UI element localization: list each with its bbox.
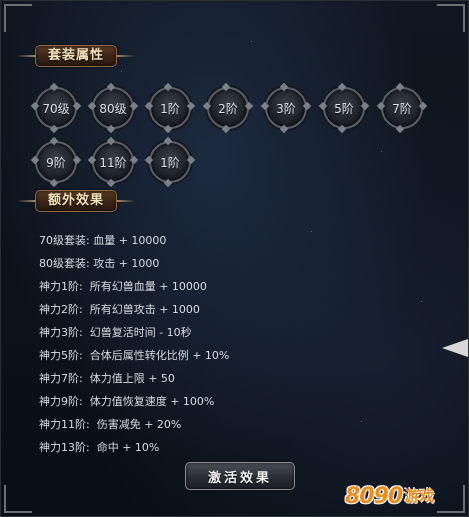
logo-text: 游戏: [404, 487, 435, 505]
effect-row: 神力2阶: 所有幻兽攻击 + 1000: [39, 303, 200, 316]
badge-tier-3[interactable]: 3阶: [260, 82, 312, 134]
badge-label: 3阶: [276, 101, 296, 116]
badge-label: 9阶: [46, 155, 66, 170]
badge-label: 1阶: [160, 155, 180, 170]
set-attributes-title: 套装属性: [35, 45, 118, 67]
effect-row: 神力11阶: 伤害减免 + 20%: [39, 418, 182, 431]
star-decoration: [121, 71, 122, 72]
effect-row: 70级套装: 血量 + 10000: [39, 234, 167, 247]
logo-number: 8090: [345, 484, 403, 509]
extra-effects-list: 70级套装: 血量 + 10000 80级套装: 攻击 + 1000 神力1阶:…: [39, 233, 229, 463]
badge-tier-11[interactable]: 11阶: [87, 136, 139, 188]
badge-tier-13[interactable]: 1阶: [144, 136, 196, 188]
star-decoration: [421, 301, 422, 302]
badge-label: 7阶: [392, 101, 412, 116]
badge-label: 1阶: [160, 101, 180, 116]
badge-label: 2阶: [218, 101, 238, 116]
extra-effects-title: 额外效果: [35, 190, 118, 212]
set-attributes-header: 套装属性: [17, 45, 136, 67]
effect-row: 神力7阶: 体力值上限 + 50: [39, 372, 175, 385]
star-decoration: [311, 231, 312, 232]
effect-row: 神力9阶: 体力值恢复速度 + 100%: [39, 395, 215, 408]
frame-corner-bottom-left: [4, 485, 32, 513]
header-ornament-left: [17, 196, 35, 206]
extra-effects-header: 额外效果: [17, 190, 136, 212]
badge-label: 5阶: [334, 101, 354, 116]
effect-row: 80级套装: 攻击 + 1000: [39, 257, 160, 270]
badge-tier-5[interactable]: 5阶: [318, 82, 370, 134]
set-attributes-panel: 套装属性 70级 80级 1阶 2阶 3阶 5阶 7阶 9阶 11阶 1阶 额外…: [0, 0, 469, 517]
activate-effect-button[interactable]: 激活效果: [185, 462, 295, 490]
effect-row: 神力1阶: 所有幻兽血量 + 10000: [39, 280, 207, 293]
badge-80-level[interactable]: 80级: [87, 82, 139, 134]
badge-label: 70级: [42, 101, 70, 116]
arrow-ornament: [442, 339, 468, 357]
star-decoration: [381, 151, 382, 152]
badge-tier-2[interactable]: 2阶: [202, 82, 254, 134]
header-ornament-right: [117, 51, 136, 61]
star-decoration: [361, 421, 362, 422]
site-logo: 8090 游戏: [345, 469, 465, 509]
star-decoration: [251, 41, 252, 42]
effect-row: 神力13阶: 命中 + 10%: [39, 441, 160, 454]
effect-row: 神力5阶: 合体后属性转化比例 + 10%: [39, 349, 230, 362]
header-ornament-right: [117, 196, 136, 206]
badge-70-level[interactable]: 70级: [30, 82, 82, 134]
header-ornament-left: [17, 51, 35, 61]
badge-tier-1[interactable]: 1阶: [144, 82, 196, 134]
frame-corner-top-right: [437, 4, 465, 32]
badge-tier-7[interactable]: 7阶: [376, 82, 428, 134]
badge-label: 80级: [99, 101, 127, 116]
badge-label: 11阶: [99, 155, 127, 170]
frame-corner-top-left: [4, 4, 32, 32]
effect-row: 神力3阶: 幻兽复活时间 - 10秒: [39, 326, 192, 339]
badge-tier-9[interactable]: 9阶: [30, 136, 82, 188]
